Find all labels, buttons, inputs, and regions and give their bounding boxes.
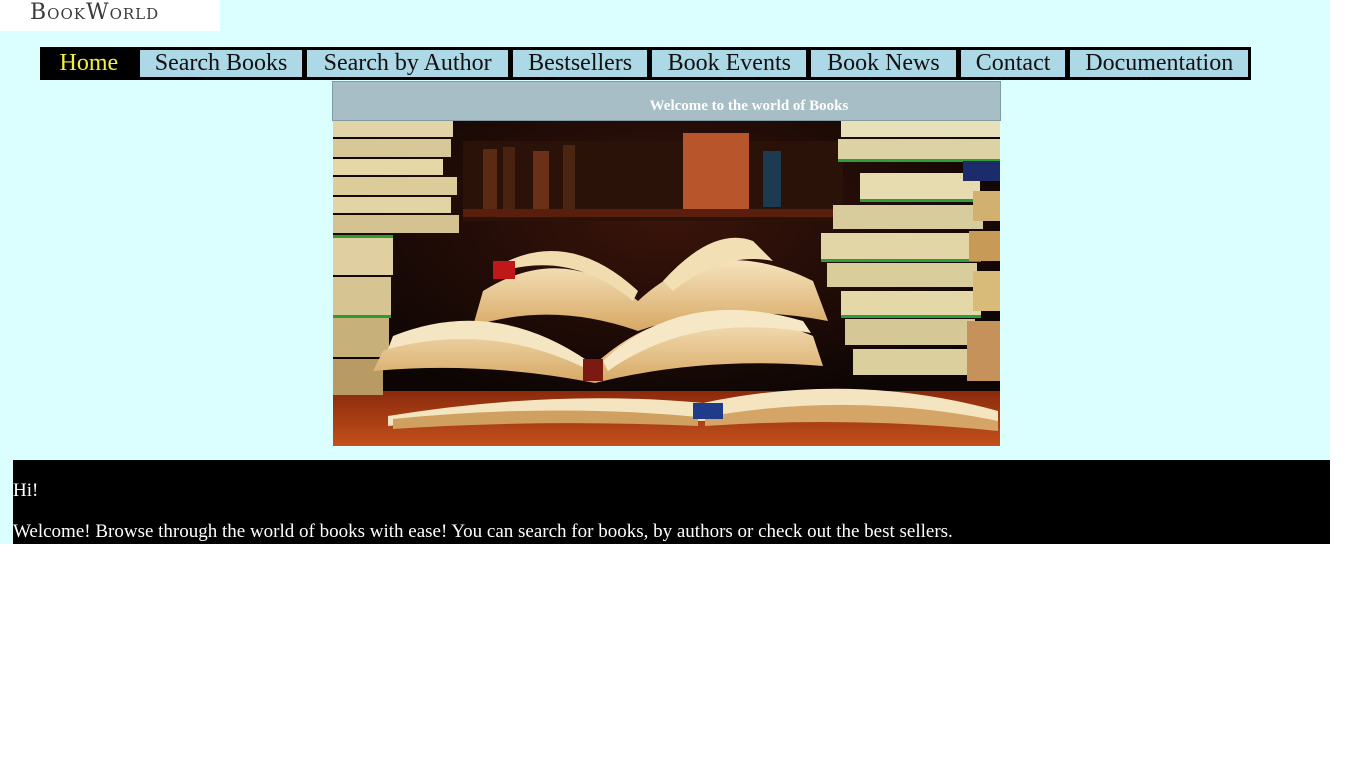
nav-book-news[interactable]: Book News xyxy=(811,50,956,77)
hero-books-image xyxy=(333,121,1000,446)
nav-search-by-author[interactable]: Search by Author xyxy=(307,50,508,77)
welcome-message: Welcome! Browse through the world of boo… xyxy=(13,521,953,542)
main-nav: Home Search Books Search by Author Bests… xyxy=(40,47,1251,80)
nav-documentation[interactable]: Documentation xyxy=(1070,50,1248,77)
nav-search-books[interactable]: Search Books xyxy=(139,50,303,77)
nav-home[interactable]: Home xyxy=(43,50,135,77)
welcome-section: Hi! Welcome! Browse through the world of… xyxy=(13,460,1330,544)
nav-bestsellers[interactable]: Bestsellers xyxy=(512,50,648,77)
banner-title: Welcome to the world of Books xyxy=(649,98,849,114)
books-illustration xyxy=(333,121,1000,446)
nav-book-events[interactable]: Book Events xyxy=(652,50,807,77)
logo-text: BookWorld xyxy=(30,0,160,25)
greeting-text: Hi! xyxy=(13,480,39,501)
site-logo[interactable]: BookWorld xyxy=(0,0,220,31)
welcome-banner: Welcome to the world of Books xyxy=(332,81,1001,121)
nav-contact[interactable]: Contact xyxy=(960,50,1066,77)
